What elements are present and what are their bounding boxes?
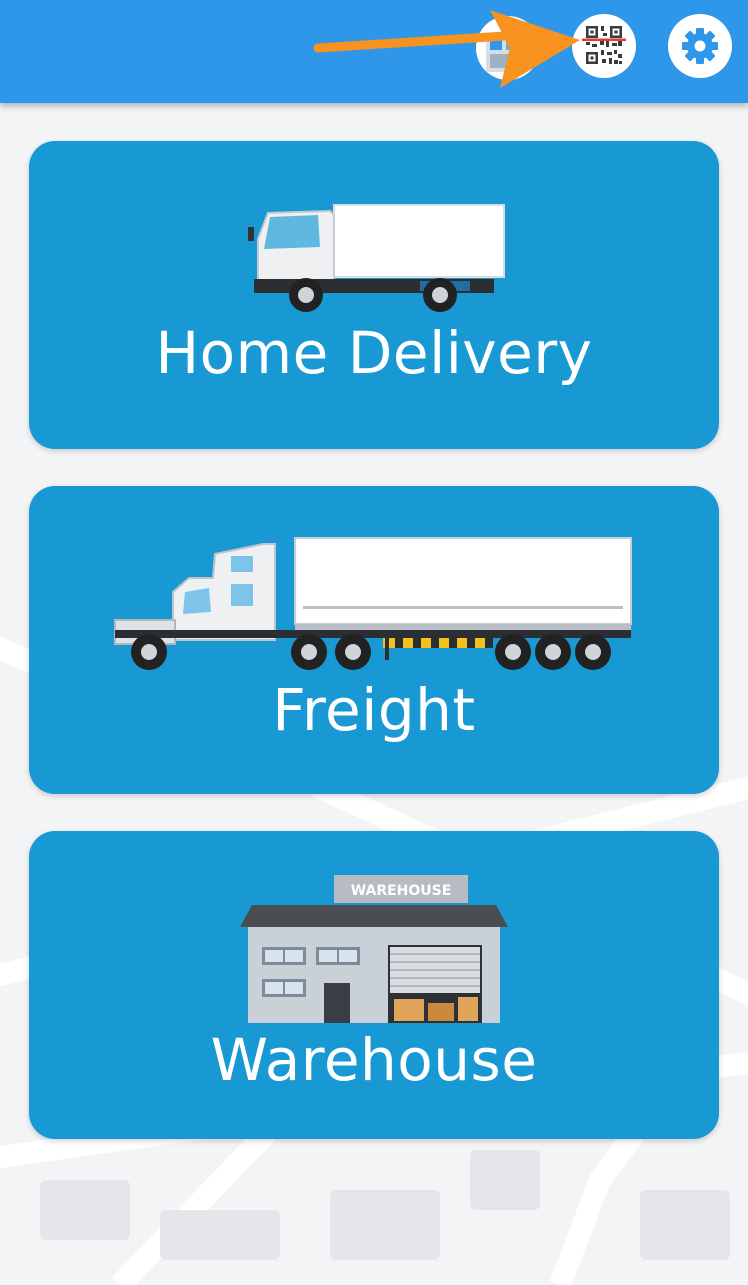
annotation-arrow-icon (313, 10, 580, 88)
warehouse-card[interactable]: WAREHOUSE Warehouse (29, 831, 719, 1139)
delivery-truck-icon (248, 204, 505, 312)
warehouse-icon: WAREHOUSE (240, 875, 508, 1023)
settings-button[interactable] (668, 14, 732, 78)
gear-icon (682, 28, 718, 64)
home-delivery-card[interactable]: Home Delivery (29, 141, 719, 449)
home-delivery-label: Home Delivery (155, 319, 593, 387)
semi-truck-icon (114, 537, 632, 670)
warehouse-label: Warehouse (210, 1026, 538, 1094)
freight-card[interactable]: Freight (29, 486, 719, 794)
warehouse-sign-text: WAREHOUSE (351, 883, 452, 899)
freight-label: Freight (272, 676, 476, 744)
